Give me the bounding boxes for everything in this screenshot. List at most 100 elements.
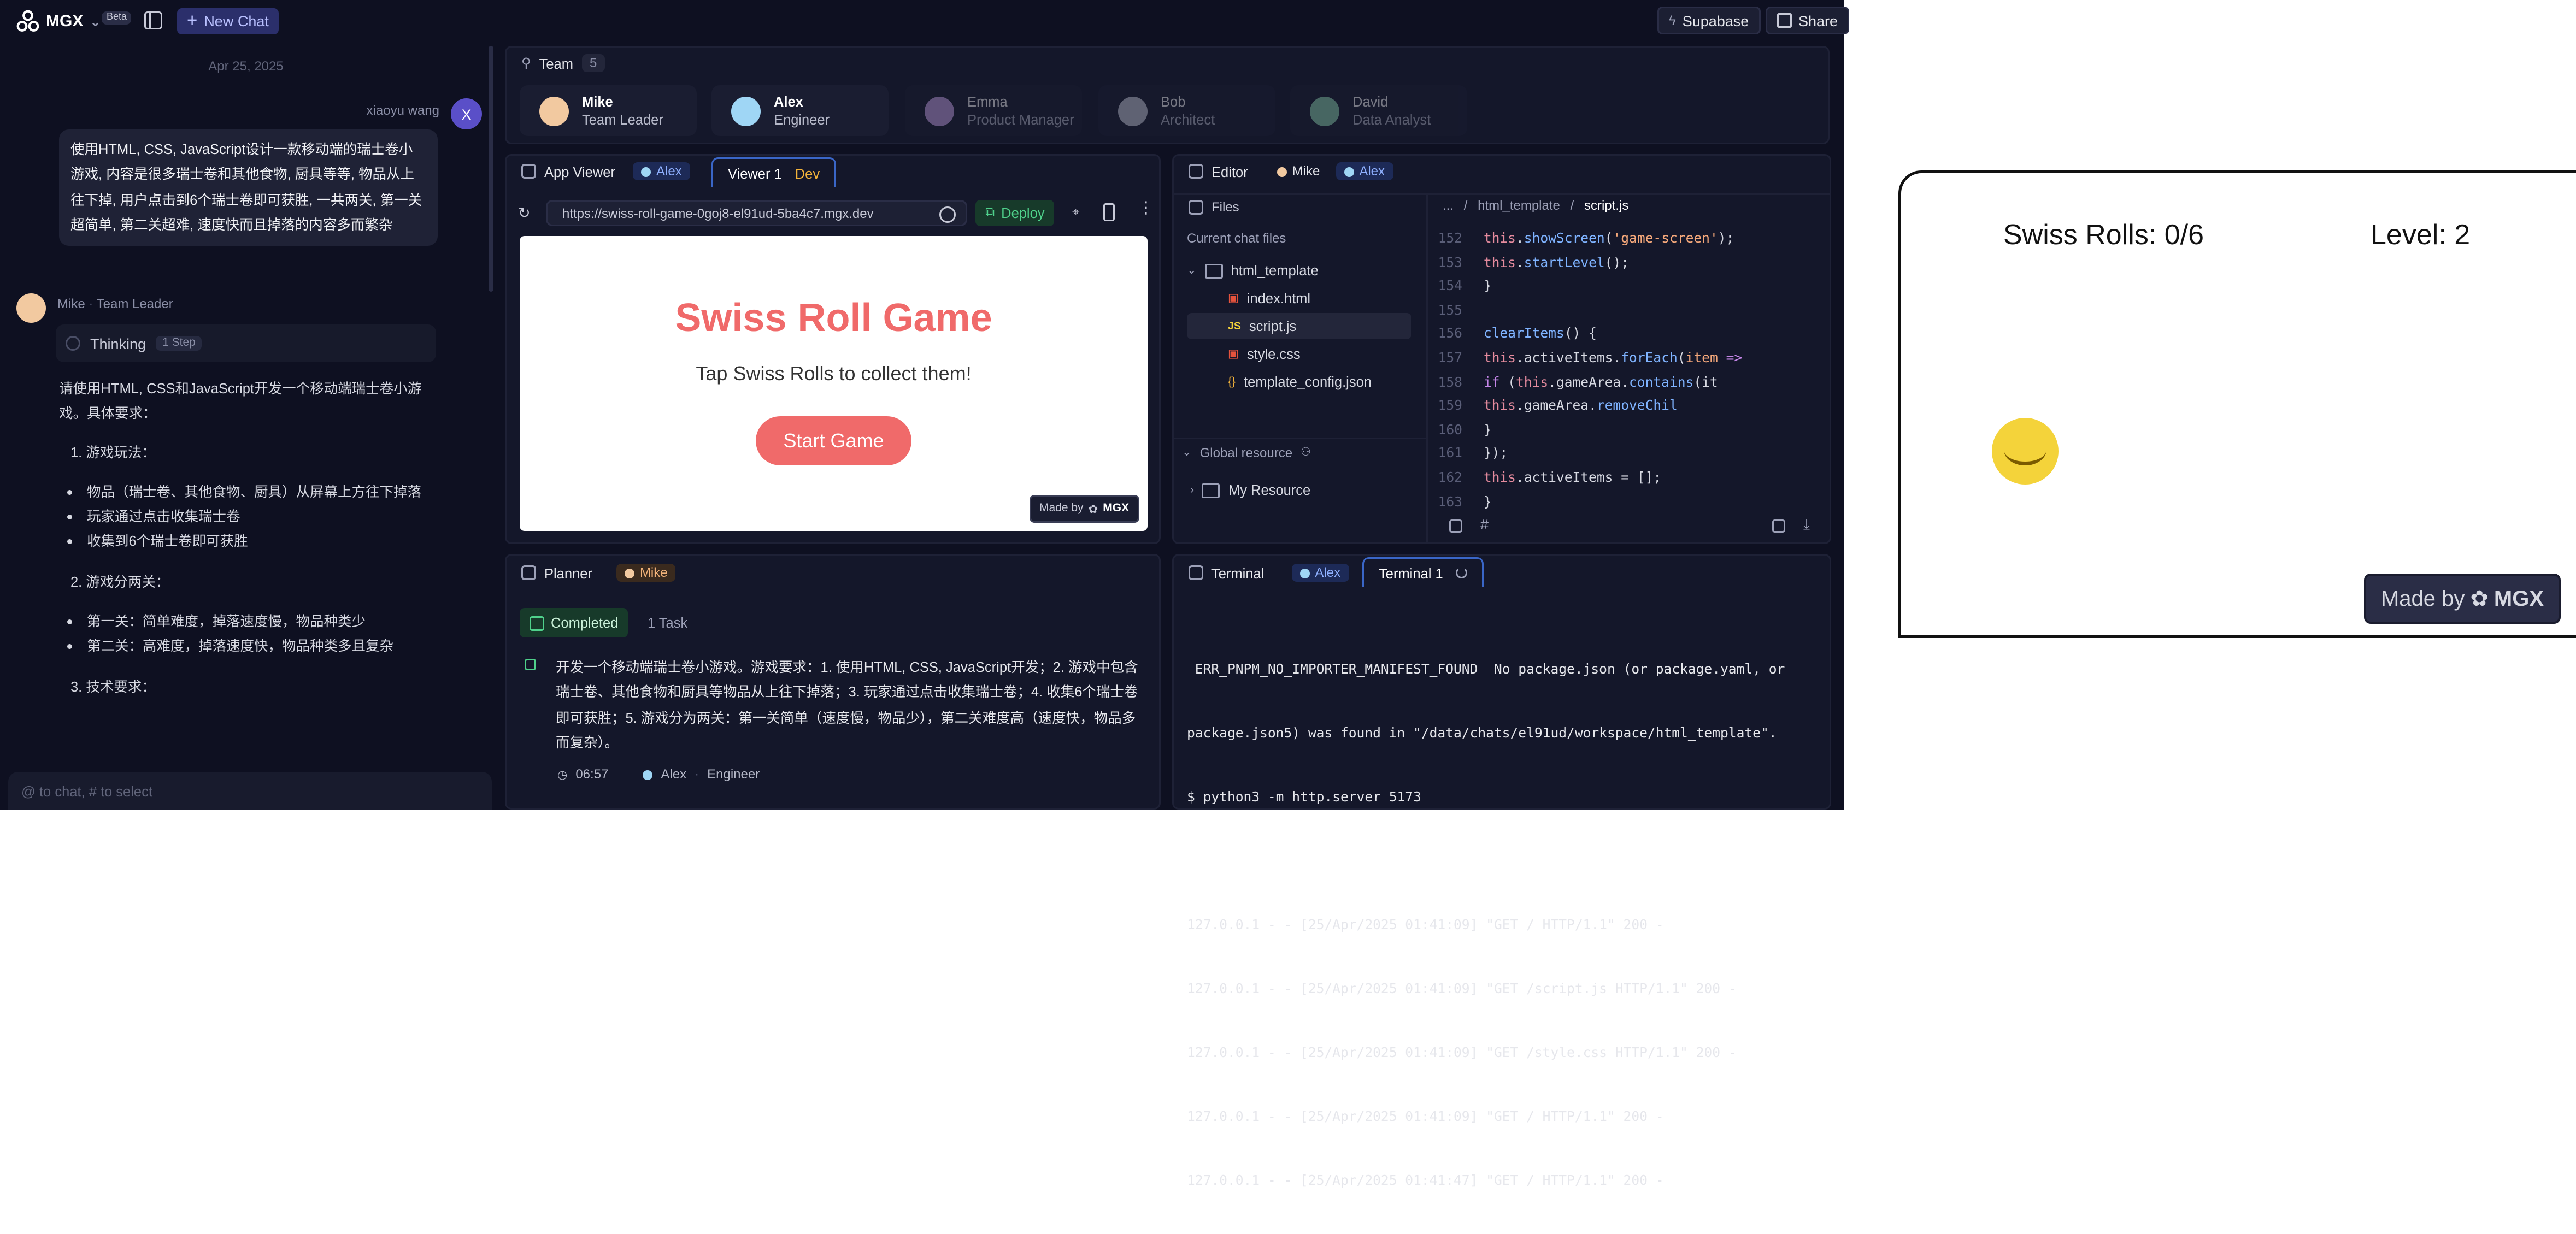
files-icon [1189, 200, 1203, 215]
team-member-emma[interactable]: Emma Product Manager [905, 85, 1082, 136]
deploy-label: Deploy [1001, 205, 1045, 221]
dev-badge: Dev [795, 164, 820, 181]
team-member-alex[interactable]: Alex Engineer [711, 85, 889, 136]
member-name: Mike [582, 92, 613, 109]
supabase-icon: ϟ [1669, 13, 1676, 28]
task-check-icon[interactable] [525, 659, 536, 670]
tab-viewer-1[interactable]: Viewer 1 Dev [711, 157, 837, 187]
chat-scrollbar[interactable] [489, 46, 493, 292]
url-bar[interactable]: https://swiss-roll-game-0goj8-el91ud-5ba… [546, 200, 967, 226]
completed-badge[interactable]: Completed [520, 608, 628, 637]
download-icon[interactable]: ⤓ [1803, 516, 1810, 534]
list-item: 收集到6个瑞士卷即可获胜 [87, 530, 446, 555]
task-assignee-role: Engineer [707, 767, 760, 782]
made-by-mgx-badge[interactable]: Made by ✿ MGX [1030, 495, 1139, 523]
chevron-down-icon: ⌄ [1182, 447, 1192, 459]
task-assignee: Alex [661, 767, 687, 782]
code-editor[interactable]: 152 this.showScreen('game-screen'); 153 … [1430, 226, 1830, 511]
mobile-view-icon[interactable] [1103, 203, 1115, 221]
team-member-mike[interactable]: Mike Team Leader [520, 85, 697, 136]
inspect-icon[interactable]: ⌖ [1072, 205, 1080, 221]
breadcrumb-item[interactable]: ... [1443, 198, 1454, 213]
smile-face-icon [2004, 434, 2046, 465]
supabase-button[interactable]: ϟ Supabase [1657, 7, 1761, 34]
chevron-down-icon: ⌄ [1187, 265, 1197, 277]
more-options-icon[interactable]: ⋮ [1138, 201, 1154, 218]
agent-label: Mike · Team Leader [57, 297, 173, 311]
deploy-button[interactable]: ⧉ Deploy [975, 200, 1055, 226]
alex-chip[interactable]: Alex [1292, 564, 1349, 582]
mike-chip[interactable]: Mike [1269, 162, 1328, 180]
mike-avatar-icon [1277, 166, 1287, 176]
refresh-icon[interactable]: ↻ [518, 205, 531, 223]
code-line: 160 } [1438, 421, 1492, 438]
member-role: Team Leader [582, 110, 663, 127]
supabase-label: Supabase [1682, 12, 1749, 29]
user-avatar[interactable]: X [451, 98, 482, 129]
member-role: Product Manager [967, 110, 1074, 127]
completed-label: Completed [551, 615, 619, 631]
app-window-icon [521, 164, 536, 179]
chat-input[interactable]: @ to chat, # to select [8, 772, 492, 810]
file-index-html[interactable]: ▣ index.html [1228, 285, 1310, 311]
hash-icon[interactable]: # [1480, 516, 1489, 533]
json-file-icon: {} [1228, 376, 1236, 388]
start-game-button[interactable]: Start Game [756, 416, 911, 465]
target-icon[interactable] [939, 206, 956, 223]
url-text: https://swiss-roll-game-0goj8-el91ud-5ba… [562, 205, 874, 221]
team-member-bob[interactable]: Bob Architect [1098, 85, 1275, 136]
code-line: 156 clearItems() { [1438, 325, 1597, 342]
alex-chip[interactable]: Alex [1336, 162, 1393, 180]
alex-avatar-icon [731, 96, 761, 126]
made-by-mgx-badge-large[interactable]: Made by ✿ MGX [2364, 574, 2561, 624]
breadcrumb-item[interactable]: script.js [1584, 198, 1628, 213]
tab-terminal-1[interactable]: Terminal 1 [1362, 557, 1484, 587]
new-chat-button[interactable]: + New Chat [177, 8, 279, 34]
mike-chip-label: Mike [639, 565, 668, 580]
alex-chip[interactable]: Alex [633, 162, 690, 180]
file-name: index.html [1246, 290, 1311, 306]
terminal-line: $ python3 -m http.server 5173 [1187, 788, 1421, 805]
made-by-label: Made by [2380, 586, 2465, 611]
thinking-toggle[interactable]: Thinking 1 Step [56, 324, 436, 362]
terminal-line: package.json5) was found in "/data/chats… [1187, 724, 1777, 741]
app-viewer-title: App Viewer [544, 163, 615, 180]
panel-toggle-icon[interactable] [1449, 519, 1462, 533]
team-member-david[interactable]: David Data Analyst [1290, 85, 1467, 136]
editor-icon [1189, 164, 1203, 179]
member-role: Engineer [774, 110, 830, 127]
folder-name: html_template [1231, 262, 1319, 279]
file-template-config-json[interactable]: {} template_config.json [1228, 369, 1372, 395]
list-item: 物品（瑞士卷、其他食物、厨具）从屏幕上方往下掉落 [87, 480, 446, 505]
game-subtitle: Tap Swiss Rolls to collect them! [696, 362, 972, 385]
share-button[interactable]: Share [1766, 7, 1850, 34]
agent-reply: 请使用HTML, CSS和JavaScript开发一个移动端瑞士卷小游戏。具体要… [59, 377, 446, 700]
folder-html-template[interactable]: ⌄ html_template [1187, 257, 1319, 284]
made-by-brand: MGX [2493, 586, 2544, 611]
mgx-logo-icon: ✿ [1088, 504, 1098, 516]
score-counter: Swiss Rolls: 0/6 [2003, 219, 2204, 251]
mgx-logo[interactable]: MGX ⌄ [16, 8, 101, 34]
team-count: 5 [581, 54, 605, 72]
global-resource-section[interactable]: ⌄ Global resource ⚇ [1182, 439, 1311, 465]
terminal-line: 127.0.0.1 - - [25/Apr/2025 01:41:09] "GE… [1187, 1044, 1737, 1060]
terminal-output[interactable]: ERR_PNPM_NO_IMPORTER_MANIFEST_FOUND No p… [1187, 616, 1830, 1234]
breadcrumb-item[interactable]: html_template [1478, 198, 1560, 213]
file-style-css[interactable]: ▣ style.css [1228, 341, 1301, 367]
game-screen-preview[interactable] [1898, 170, 2576, 638]
sidebar-toggle-icon[interactable] [144, 11, 162, 29]
copy-icon[interactable] [1772, 519, 1785, 533]
mike-chip[interactable]: Mike [616, 564, 676, 582]
beta-badge: Beta [102, 11, 132, 25]
section1-list: 物品（瑞士卷、其他食物、厨具）从屏幕上方往下掉落 玩家通过点击收集瑞士卷 收集到… [59, 480, 446, 556]
current-chat-files-label: Current chat files [1187, 231, 1286, 246]
tab-label: Viewer 1 [728, 164, 782, 181]
file-script-js[interactable]: JS script.js [1228, 313, 1296, 339]
folder-my-resource[interactable]: › My Resource [1190, 477, 1310, 503]
falling-item[interactable] [1992, 418, 2059, 485]
code-line: 159 this.gameArea.removeChil [1438, 397, 1678, 414]
code-line: 161 }); [1438, 445, 1508, 462]
alex-chip-label: Alex [1315, 565, 1341, 580]
game-title: Swiss Roll Game [675, 297, 992, 341]
task-description: 开发一个移动端瑞士卷小游戏。游戏要求：1. 使用HTML, CSS, JavaS… [556, 659, 1138, 751]
